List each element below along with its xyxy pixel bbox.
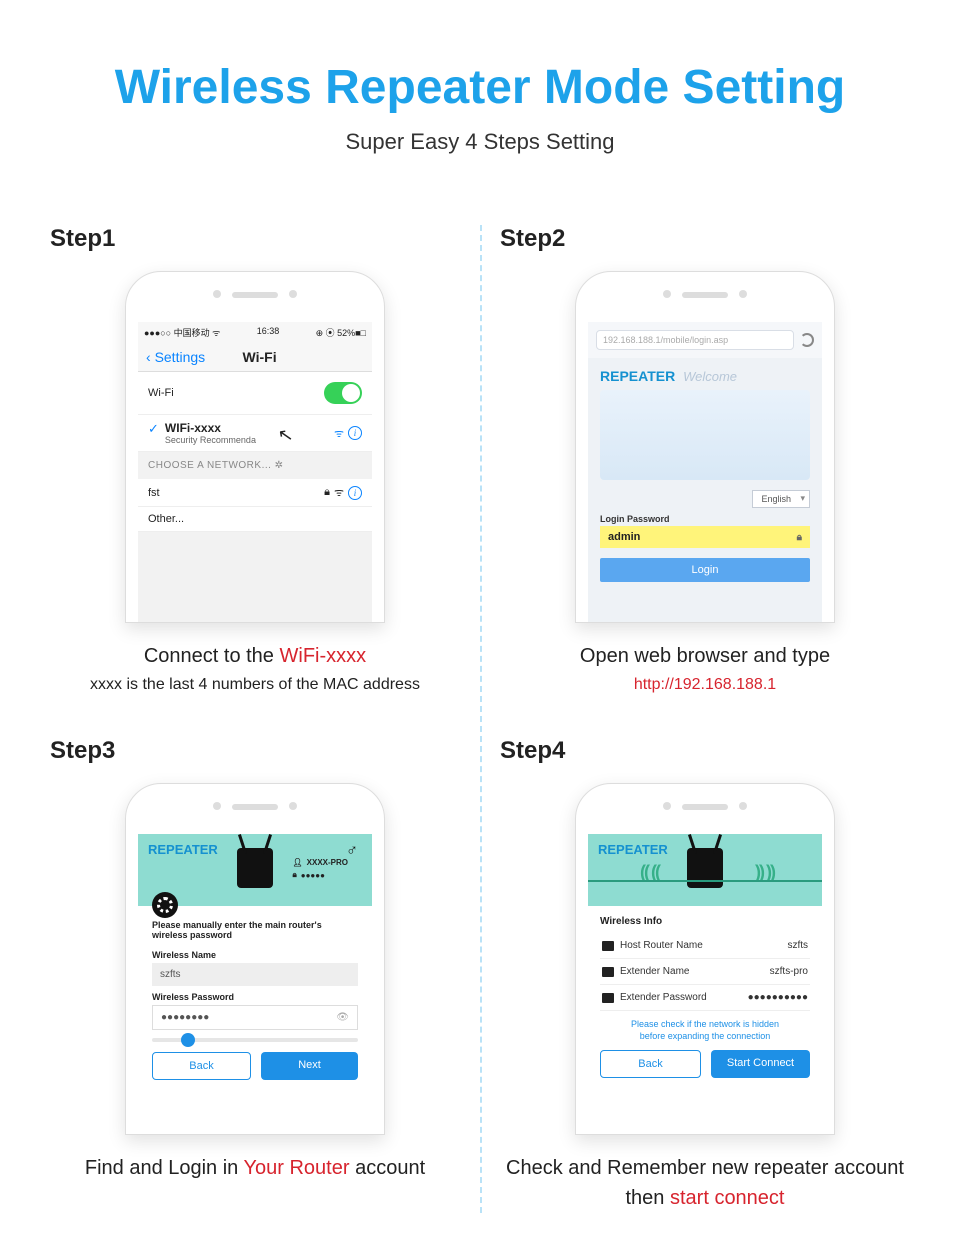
info-icon[interactable]: i [348,486,362,500]
info-row-extender-name: Extender Name szfts-pro [600,959,810,985]
lock-icon: 🔒︎ [324,486,330,499]
step4-label: Step4 [500,737,910,765]
step-2: Step2 192.168.188.1/mobile/login.asp REP… [480,225,930,697]
page-subtitle: Super Easy 4 Steps Setting [30,129,930,155]
slider[interactable] [152,1038,358,1042]
url-input[interactable]: 192.168.188.1/mobile/login.asp [596,330,794,350]
wireless-name-label: Wireless Name [152,950,358,960]
page-title: Wireless Repeater Mode Setting [30,60,930,115]
login-illustration [600,390,810,480]
checkmark-icon: ✓ [148,421,159,437]
network-name-fst: fst [148,487,160,499]
nav-title-wifi: Wi-Fi [243,349,277,365]
lock-icon: 🔒︎ [293,870,297,880]
info-row-host: Host Router Name szfts [600,933,810,959]
start-connect-button[interactable]: Start Connect [711,1050,810,1078]
status-time: 16:38 [257,326,280,339]
router-icon [687,848,723,888]
connected-network-sub: Security Recommenda [165,435,256,445]
status-bar: ●●●○○ 中国移动 ᯤ 16:38 ⊕ ⦿ 52%■□ [138,322,372,343]
host-router-value: szfts [787,940,808,951]
choose-network-header: CHOOSE A NETWORK... ✲ [138,452,372,479]
repeater-brand: REPEATER [598,842,668,857]
wireless-name-input[interactable]: szfts [152,963,358,986]
router-icon [237,848,273,888]
step3-caption: Find and Login in Your Router account [50,1153,460,1183]
extender-icon [602,967,614,977]
wifi-toggle-label: Wi-Fi [148,387,174,399]
login-button[interactable]: Login [600,558,810,582]
extender-pw-icon [602,993,614,1003]
router-info: 👤︎XXXX-PRO 🔒︎●●●●● [293,858,349,883]
info-row-extender-password: Extender Password ●●●●●●●●●● [600,985,810,1011]
reload-icon[interactable] [800,333,814,347]
step1-caption: Connect to the WiFi-xxxx xxxx is the las… [50,641,460,697]
info-icon[interactable]: i [348,426,362,440]
host-router-icon [602,941,614,951]
repeater-brand: REPEATER [148,842,218,857]
hidden-network-note: Please check if the network is hidden be… [600,1011,810,1050]
step-4: Step4 REPEATER (( (( )) )) [480,737,930,1213]
step2-label: Step2 [500,225,910,253]
login-password-label: Login Password [588,508,822,526]
network-row-fst[interactable]: fst 🔒︎ ᯤ i [138,479,372,507]
other-label: Other... [148,513,184,525]
extender-password-value: ●●●●●●●●●● [748,992,808,1003]
gear-icon [152,892,178,918]
phone-mockup-2: 192.168.188.1/mobile/login.asp REPEATER … [575,271,835,623]
back-button[interactable]: Back [152,1052,251,1080]
step3-label: Step3 [50,737,460,765]
status-right: ⊕ ⦿ 52%■□ [316,326,366,339]
eye-icon[interactable]: 👁︎ [336,1012,349,1023]
step2-caption: Open web browser and type http://192.168… [500,641,910,697]
person-icon: 👤︎ [293,858,303,867]
login-password-input[interactable]: admin 🔒︎ [600,526,810,548]
wifi-signal-icon: ᯤ [334,485,344,500]
connected-network-name: WIFi-xxxx [165,421,256,435]
step-1: Step1 ●●●○○ 中国移动 ᯤ 16:38 ⊕ ⦿ 52%■□ ‹ Set… [30,225,480,697]
status-left: ●●●○○ 中国移动 ᯤ [144,326,220,339]
wireless-password-input[interactable]: ●●●●●●●● 👁︎ [152,1005,358,1030]
wifi-signal-icon: ᯤ [334,426,344,441]
vertical-divider [480,225,482,1213]
wifi-toggle[interactable] [324,382,362,404]
wireless-password-label: Wireless Password [152,992,358,1002]
repeater-brand: REPEATER [600,368,675,384]
connected-network-row[interactable]: ✓ WIFi-xxxx Security Recommenda ᯤ i ↖ [138,415,372,452]
cursor-icon: ↖ [276,424,295,447]
back-button[interactable]: Back [600,1050,701,1078]
wireless-info-title: Wireless Info [600,916,810,927]
step1-label: Step1 [50,225,460,253]
welcome-text: Welcome [683,369,737,384]
back-settings-link[interactable]: ‹ Settings [146,349,205,365]
language-select[interactable]: English [752,490,810,508]
step-3: Step3 REPEATER ♂ 👤︎XXXX-PRO [30,737,480,1213]
next-button[interactable]: Next [261,1052,358,1080]
form-hint: Please manually enter the main router's … [152,920,358,940]
step4-caption: Check and Remember new repeater account … [500,1153,910,1213]
lock-icon: 🔒︎ [797,532,802,543]
other-network-row[interactable]: Other... [138,507,372,532]
phone-mockup-1: ●●●○○ 中国移动 ᯤ 16:38 ⊕ ⦿ 52%■□ ‹ Settings … [125,271,385,623]
phone-mockup-3: REPEATER ♂ 👤︎XXXX-PRO 🔒︎●●●●● [125,783,385,1135]
phone-mockup-4: REPEATER (( (( )) )) Wireless Info Host [575,783,835,1135]
extender-name-value: szfts-pro [770,966,808,977]
